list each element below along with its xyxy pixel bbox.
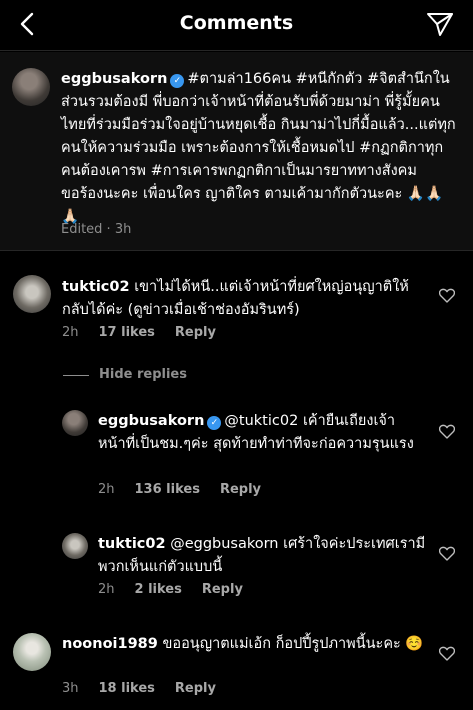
reply-body: tuktic02 @eggbusakorn เศร้าใจค่ะประเทศเร…: [98, 533, 430, 579]
heart-icon[interactable]: [439, 646, 455, 661]
caption-username[interactable]: eggbusakorn: [61, 71, 167, 87]
reply-button[interactable]: Reply: [175, 325, 216, 340]
comment-username[interactable]: noonoi1989: [62, 636, 158, 652]
comment-time: 3h: [62, 681, 79, 696]
reply-meta: 2h 2 likes Reply: [98, 582, 263, 597]
heart-icon[interactable]: [439, 424, 455, 439]
caption-divider: [0, 250, 473, 251]
top-bar: Comments: [0, 0, 473, 50]
hide-replies-line: [63, 375, 89, 376]
reply-username[interactable]: eggbusakorn: [98, 413, 204, 429]
like-count[interactable]: 18 likes: [99, 681, 155, 696]
comment-meta: 2h 17 likes Reply: [62, 325, 236, 340]
reply-meta: 2h 136 likes Reply: [98, 482, 281, 497]
comment-username[interactable]: tuktic02: [62, 279, 130, 295]
reply-time: 2h: [98, 482, 115, 497]
heart-icon[interactable]: [439, 288, 455, 303]
verified-badge-icon: ✓: [170, 74, 185, 88]
avatar[interactable]: [13, 633, 51, 671]
reply-body: eggbusakorn ✓ @tuktic02 เค้ายืนเถียงเจ้าหน…: [98, 410, 430, 456]
reply-button[interactable]: Reply: [175, 681, 216, 696]
like-count[interactable]: 2 likes: [135, 582, 182, 597]
avatar[interactable]: [62, 533, 88, 559]
header-divider: [0, 50, 473, 51]
post-caption: eggbusakorn ✓ #ตามล่า166คน #หนีกักตัว #จิต…: [0, 52, 473, 250]
reply-username[interactable]: tuktic02: [98, 536, 166, 552]
caption-text: #ตามล่า166คน #หนีกักตัว #จิตสำนึกในส่วนร…: [61, 71, 456, 225]
reply-time: 2h: [98, 582, 115, 597]
caption-meta: Edited · 3h: [61, 222, 132, 237]
like-count[interactable]: 17 likes: [99, 325, 155, 340]
reply-button[interactable]: Reply: [202, 582, 243, 597]
avatar[interactable]: [13, 275, 51, 313]
comment-meta: 3h 18 likes Reply: [62, 681, 236, 696]
comment-body: noonoi1989 ขออนุญาตแม่เอ้ก ก็อปปี้รูปภาพ…: [62, 633, 430, 656]
heart-icon[interactable]: [439, 546, 455, 561]
caption-body: eggbusakorn ✓ #ตามล่า166คน #หนีกักตัว #จิต…: [61, 68, 456, 229]
reply-mention[interactable]: @eggbusakorn: [170, 536, 278, 552]
verified-badge-icon: ✓: [207, 416, 222, 430]
comment-time: 2h: [62, 325, 79, 340]
reply-button[interactable]: Reply: [220, 482, 261, 497]
avatar[interactable]: [12, 68, 50, 106]
page-title: Comments: [179, 12, 294, 34]
comment-body: tuktic02 เขาไม่ได้หนี..แต่เจ้าหน้าที่ยศใ…: [62, 276, 430, 322]
paper-plane-icon[interactable]: [425, 10, 455, 38]
reply-mention[interactable]: @tuktic02: [224, 413, 298, 429]
hide-replies-button[interactable]: Hide replies: [99, 367, 187, 382]
avatar[interactable]: [62, 410, 88, 436]
like-count[interactable]: 136 likes: [135, 482, 200, 497]
comment-text: ขออนุญาตแม่เอ้ก ก็อปปี้รูปภาพนี้นะคะ ☺️: [162, 636, 424, 652]
